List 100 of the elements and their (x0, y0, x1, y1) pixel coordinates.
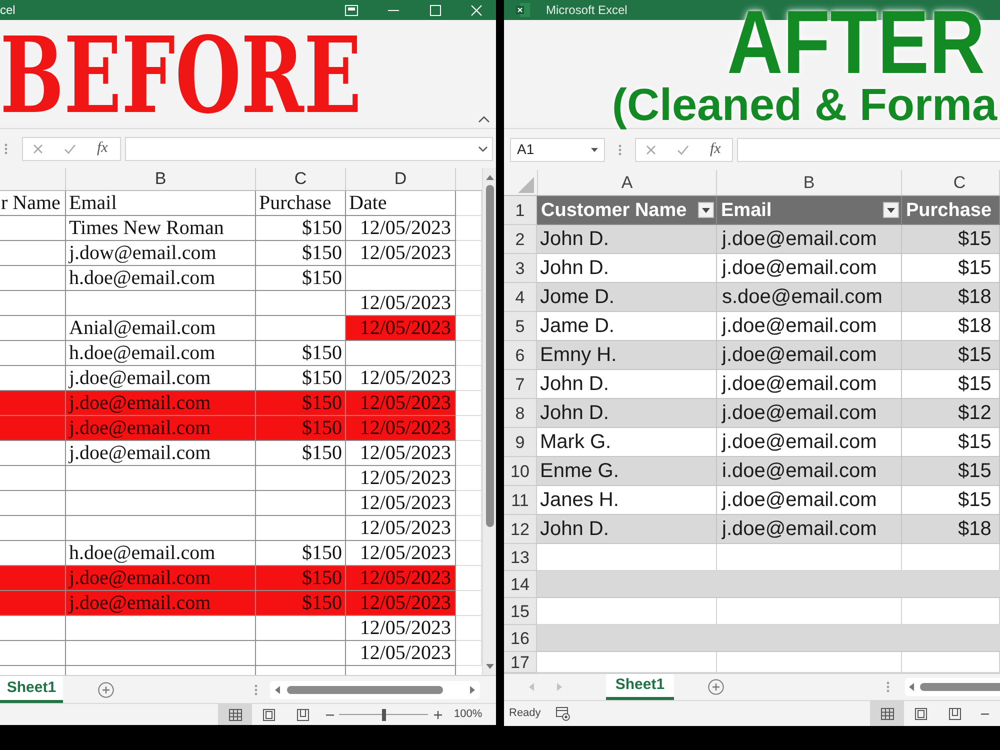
scroll-down-icon[interactable] (486, 664, 494, 669)
zoom-slider-track[interactable] (339, 708, 428, 720)
maximize-icon[interactable] (430, 4, 440, 16)
table-cell: $15 (902, 457, 1000, 486)
caret-down-icon (887, 208, 895, 212)
scroll-up-icon[interactable] (486, 175, 494, 180)
record-macro-icon[interactable] (556, 706, 570, 720)
row-number: 2 (504, 225, 537, 254)
table-cell: John D. (537, 515, 717, 544)
table-cell: $150 (256, 341, 346, 366)
page-icon (263, 708, 275, 720)
sheet-tab[interactable]: Sheet1 (606, 674, 674, 700)
table-cell: j.doe@email.com (66, 566, 256, 591)
column-header[interactable]: C (256, 168, 346, 190)
column-header[interactable]: B (66, 168, 256, 190)
table-cell: $15 (902, 428, 1000, 457)
table-cell: j.doe@email.com (717, 370, 902, 399)
dropdown-caret-icon[interactable] (591, 148, 598, 152)
grip-icon (886, 681, 890, 693)
view-button[interactable] (870, 701, 904, 726)
scrollbar-thumb[interactable] (920, 683, 1000, 691)
insert-function-button[interactable]: fx (710, 142, 721, 157)
table-cell: j.doe@email.com (717, 225, 902, 254)
chevron-down-icon[interactable] (478, 146, 488, 152)
row-number: 4 (504, 283, 537, 312)
column-header[interactable]: D (346, 168, 456, 190)
table-cell: 12/05/2023 (346, 466, 456, 491)
column-header[interactable]: B (717, 170, 902, 195)
row-number: 17 (504, 652, 537, 673)
table-cell: j.doe@email.com (66, 416, 256, 441)
table-cell: $15 (902, 225, 1000, 254)
cancel-icon[interactable] (33, 144, 43, 154)
table-cell: 12/05/2023 (346, 516, 456, 541)
row-number: 11 (504, 486, 537, 515)
spreadsheet-logo-icon (516, 3, 530, 17)
table-cell: $150 (256, 391, 346, 416)
table-cell: $18 (902, 283, 1000, 312)
scrollbar-thumb[interactable] (486, 185, 494, 527)
filter-button[interactable] (883, 202, 899, 218)
table-cell: Anial@email.com (66, 316, 256, 341)
table-cell: $15 (902, 370, 1000, 399)
table-cell: j.doe@email.com (717, 486, 902, 515)
window-title: cel (0, 4, 16, 16)
table-cell: j.doe@email.com (66, 441, 256, 466)
zoom-in-icon[interactable] (434, 710, 442, 718)
page-break-icon (949, 708, 961, 720)
table-cell: John D. (537, 225, 717, 254)
check-icon[interactable] (677, 144, 689, 154)
scrollbar-thumb[interactable] (287, 686, 443, 694)
row-number: 7 (504, 370, 537, 399)
scroll-left-icon[interactable] (909, 683, 914, 691)
insert-function-button[interactable]: fx (97, 141, 108, 156)
filter-button[interactable] (698, 202, 714, 218)
sheet-tab[interactable]: Sheet1 (0, 676, 63, 703)
row-number: 1 (504, 196, 537, 225)
scroll-right-icon[interactable] (470, 686, 475, 694)
table-cell: 12/05/2023 (346, 316, 456, 341)
grip-icon (618, 144, 622, 156)
table-cell: j.dow@email.com (66, 241, 256, 266)
banner-title: BEFORE (0, 23, 362, 128)
table-cell: Mark G. (537, 428, 717, 457)
column-header[interactable]: C (902, 170, 1000, 195)
table-cell: 12/05/2023 (346, 566, 456, 591)
horizontal-scrollbar[interactable] (270, 680, 480, 698)
header-cell: Purchase (256, 191, 346, 216)
vertical-scrollbar[interactable] (482, 168, 496, 675)
table-cell: 12/05/2023 (346, 241, 456, 266)
page-break-icon (297, 708, 309, 720)
table-cell: $150 (256, 266, 346, 291)
scroll-left-icon[interactable] (275, 686, 280, 694)
row-number: 6 (504, 341, 537, 370)
column-header[interactable]: A (537, 170, 717, 195)
ribbon-options-icon[interactable] (344, 4, 358, 16)
table-cell: $15 (902, 254, 1000, 283)
check-icon[interactable] (64, 144, 76, 154)
row-number: 16 (504, 625, 537, 652)
header-cell: Email (66, 191, 256, 216)
zoom-slider-thumb[interactable] (382, 708, 386, 720)
table-cell: h.doe@email.com (66, 266, 256, 291)
table-cell: $12 (902, 399, 1000, 428)
window-title: Microsoft Excel (546, 4, 628, 16)
formula-input[interactable] (737, 138, 1000, 162)
table-cell: 12/05/2023 (346, 591, 456, 616)
table-cell: Jome D. (537, 283, 717, 312)
horizontal-scrollbar[interactable] (905, 678, 1000, 696)
row-number: 12 (504, 515, 537, 544)
name-box[interactable]: A1 (510, 138, 605, 162)
table-cell: j.doe@email.com (66, 591, 256, 616)
view-button[interactable] (218, 704, 252, 725)
cancel-icon[interactable] (646, 144, 656, 154)
close-icon[interactable] (470, 4, 482, 16)
add-sheet-icon[interactable] (98, 682, 114, 698)
formula-input[interactable] (125, 136, 493, 160)
chevron-up-icon[interactable] (478, 116, 490, 123)
add-sheet-icon[interactable] (708, 679, 724, 695)
table-cell: Janes H. (537, 486, 717, 515)
table-cell: John D. (537, 254, 717, 283)
zoom-level[interactable]: 100% (454, 709, 482, 720)
table-cell: $15 (902, 486, 1000, 515)
table-cell: i.doe@email.com (717, 457, 902, 486)
